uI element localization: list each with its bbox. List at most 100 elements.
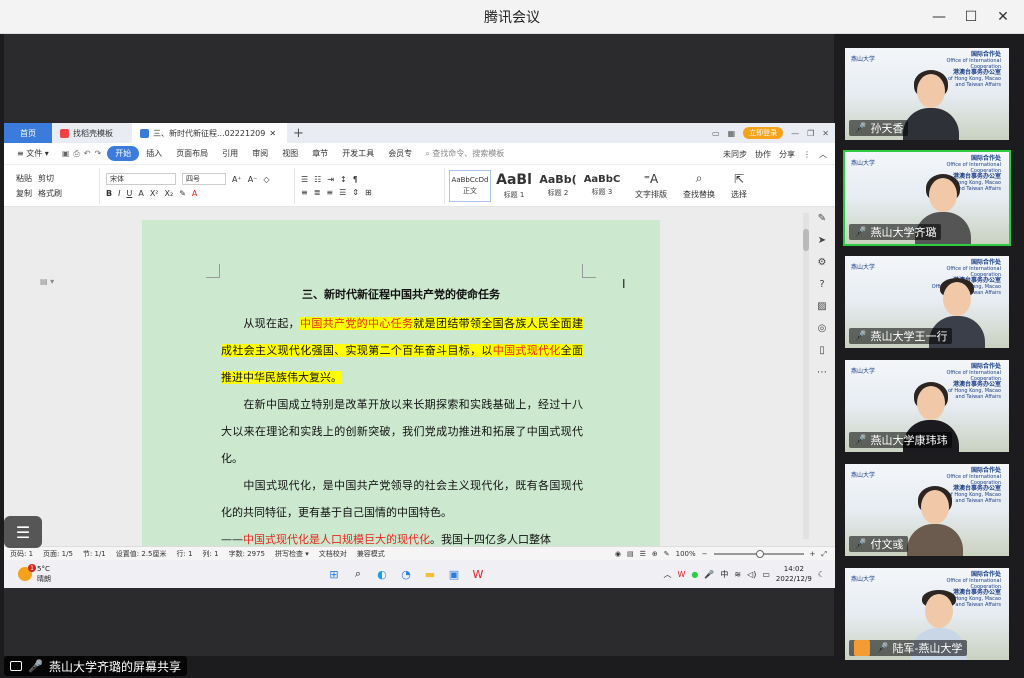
document-page[interactable]: I 三、新时代新征程中国共产党的使命任务 从现在起，中国共产党的中心任务就是团结…	[142, 220, 660, 546]
weather-widget[interactable]: 1 5°C 晴朗	[4, 564, 304, 584]
tab-document[interactable]: 三、新时代新征程...02221209 ✕	[132, 123, 287, 143]
participant-tile[interactable]: 燕山大学 国际合作处 Office of International Cooper…	[843, 254, 1011, 350]
new-tab-icon[interactable]: +	[287, 126, 310, 141]
paste-button[interactable]: 粘贴	[16, 173, 32, 184]
style-heading-3[interactable]: AaBbC 标题 3	[581, 170, 623, 202]
sync-status[interactable]: 未同步	[723, 149, 747, 160]
line-spacing-icon[interactable]: ⇕	[352, 188, 359, 197]
align-center-icon[interactable]: ≣	[314, 188, 321, 197]
tray-expand-icon[interactable]: ︿	[664, 569, 672, 580]
format-painter-button[interactable]: 格式刷	[38, 188, 62, 199]
zoom-level[interactable]: 100%	[676, 550, 696, 558]
edge-icon[interactable]: ◐	[374, 566, 390, 582]
notification-icon[interactable]: ☾	[818, 570, 825, 579]
participant-tile[interactable]: 燕山大学 国际合作处 Office of International Cooper…	[843, 150, 1011, 246]
layout-icon[interactable]: ▭	[712, 129, 720, 138]
write-icon[interactable]: ✎	[664, 550, 670, 558]
apps-icon[interactable]: ▦	[728, 129, 736, 138]
window-minimize-icon[interactable]: —	[791, 129, 799, 138]
web-view-icon[interactable]: ⊕	[652, 550, 658, 558]
file-menu[interactable]: ≡ 文件 ▾	[10, 148, 56, 159]
collapse-ribbon-icon[interactable]: ︿	[819, 149, 827, 160]
fit-icon[interactable]: ⤢	[821, 550, 827, 559]
tray-ime-icon[interactable]: 中	[720, 569, 728, 580]
floating-menu-button[interactable]: ☰	[4, 516, 42, 548]
copy-button[interactable]: 复制	[16, 188, 32, 199]
justify-icon[interactable]: ☰	[339, 188, 346, 197]
bold-icon[interactable]: B	[106, 189, 112, 198]
indent-icon[interactable]: ⇥	[327, 175, 334, 184]
menu-reference[interactable]: 引用	[215, 148, 245, 159]
window-close-icon[interactable]: ✕	[822, 129, 829, 138]
help-icon[interactable]: ?	[819, 279, 824, 290]
font-size-select[interactable]: 四号	[182, 173, 226, 185]
pen-icon[interactable]: ✎	[818, 213, 826, 224]
clock[interactable]: 14:02 2022/12/9	[776, 564, 812, 584]
subscript-icon[interactable]: X₂	[165, 189, 174, 198]
minimize-button[interactable]: —	[926, 4, 952, 30]
maximize-button[interactable]: ☐	[958, 4, 984, 30]
doc-proof[interactable]: 文档校对	[319, 549, 347, 559]
menu-layout[interactable]: 页面布局	[169, 148, 215, 159]
menu-insert[interactable]: 插入	[139, 148, 169, 159]
outline-icon[interactable]: ☰	[640, 550, 646, 558]
login-button[interactable]: 立即登录	[743, 127, 784, 139]
eye-icon[interactable]: ◉	[615, 550, 621, 558]
style-heading-2[interactable]: AaBb( 标题 2	[537, 170, 579, 202]
spell-check[interactable]: 拼写检查 ▾	[275, 549, 309, 559]
menu-chapter[interactable]: 章节	[305, 148, 335, 159]
windows-start-icon[interactable]: ⊞	[326, 566, 342, 582]
meeting-app-icon[interactable]: ◔	[398, 566, 414, 582]
menu-view[interactable]: 视图	[275, 148, 305, 159]
menu-member[interactable]: 会员专	[381, 148, 419, 159]
zoom-knob[interactable]	[755, 550, 764, 558]
text-layout-tool[interactable]: ⁼A 文字排版	[627, 172, 675, 200]
bullet-list-icon[interactable]: ☰	[301, 175, 308, 184]
sort-icon[interactable]: ↕	[340, 175, 347, 184]
participant-tile[interactable]: 燕山大学 国际合作处 Office of International Cooper…	[843, 358, 1011, 454]
search-taskbar-icon[interactable]: ⌕	[350, 566, 366, 582]
shrink-font-icon[interactable]: A⁻	[248, 175, 258, 184]
zoom-in-icon[interactable]: +	[810, 550, 816, 558]
tray-wechat-icon[interactable]: ●	[691, 570, 698, 579]
page-view-icon[interactable]: ▤	[627, 550, 634, 558]
command-search[interactable]: ⌕ 查找命令、搜索模板	[425, 148, 504, 159]
tray-wifi-icon[interactable]: ≋	[734, 570, 741, 579]
style-heading-1[interactable]: AaBl 标题 1	[493, 170, 535, 202]
adjust-icon[interactable]: ⚙	[818, 257, 827, 268]
store-icon[interactable]: ▣	[446, 566, 462, 582]
style-normal[interactable]: AaBbCcDd 正文	[449, 169, 491, 202]
underline-icon[interactable]: U	[126, 189, 132, 198]
window-restore-icon[interactable]: ❐	[807, 129, 814, 138]
folder-icon[interactable]: ▬	[422, 566, 438, 582]
participant-tile[interactable]: 燕山大学 国际合作处 Office of International Cooper…	[843, 46, 1011, 142]
numbered-list-icon[interactable]: ☷	[314, 175, 321, 184]
tray-mic-icon[interactable]: 🎤	[704, 570, 714, 579]
italic-icon[interactable]: I	[118, 189, 120, 198]
grow-font-icon[interactable]: A⁺	[232, 175, 242, 184]
tab-templates[interactable]: 找稻壳模板	[52, 123, 132, 143]
book-icon[interactable]: ▯	[819, 345, 825, 356]
highlight-icon[interactable]: ✎	[179, 189, 186, 198]
tab-close-icon[interactable]: ✕	[269, 129, 276, 138]
image-icon[interactable]: ▨	[817, 301, 826, 312]
align-left-icon[interactable]: ≡	[301, 188, 308, 197]
zoom-slider[interactable]	[713, 550, 804, 558]
participant-tile[interactable]: 燕山大学 国际合作处 Office of International Cooper…	[843, 462, 1011, 558]
tray-volume-icon[interactable]: ◁)	[747, 570, 756, 579]
select-tool[interactable]: ⇱ 选择	[723, 172, 755, 200]
print-icon[interactable]: ⎙	[73, 149, 79, 159]
pointer-tool-icon[interactable]: ➤	[818, 235, 826, 246]
find-replace-tool[interactable]: ⌕ 查找替换	[675, 171, 723, 200]
zoom-out-icon[interactable]: −	[702, 550, 708, 558]
tray-wps-icon[interactable]: W	[678, 570, 686, 579]
location-icon[interactable]: ◎	[818, 323, 827, 334]
redo-icon[interactable]: ↷	[94, 149, 101, 159]
font-color-icon[interactable]: A	[192, 189, 197, 198]
wps-icon[interactable]: W	[470, 566, 486, 582]
status-words[interactable]: 字数: 2975	[229, 549, 265, 559]
cut-button[interactable]: 剪切	[38, 173, 54, 184]
participant-tile[interactable]: 燕山大学 国际合作处 Office of International Cooper…	[843, 566, 1011, 662]
menu-developer[interactable]: 开发工具	[335, 148, 381, 159]
collab-button[interactable]: 协作	[755, 149, 771, 160]
